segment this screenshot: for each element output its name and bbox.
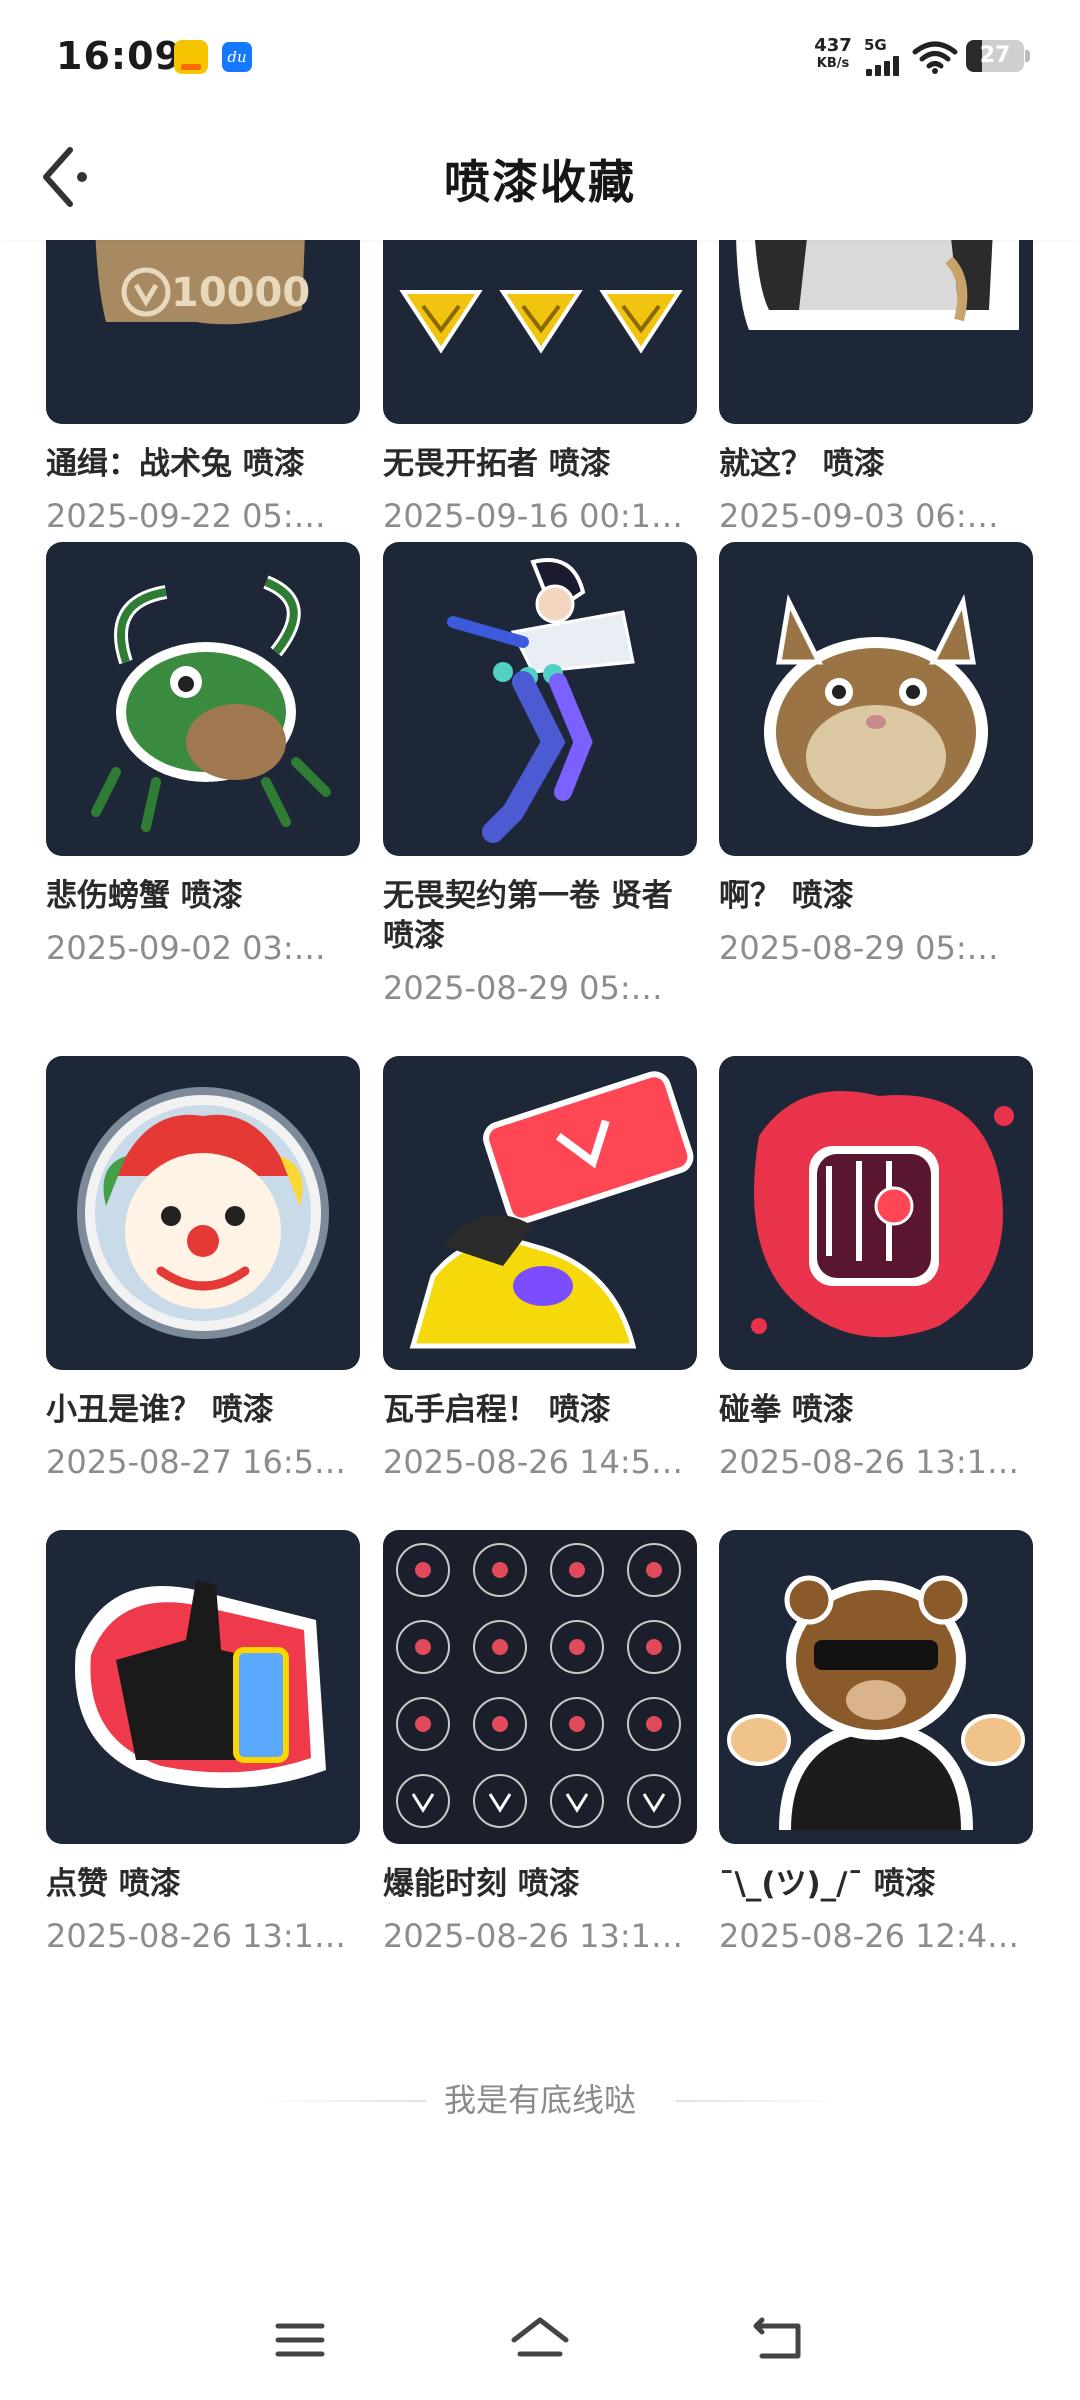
spray-date: 2025-09-22 05:… <box>46 497 326 535</box>
battery-icon: 27 <box>966 40 1024 72</box>
home-icon <box>511 2317 569 2357</box>
spray-title: 无畏开拓者 喷漆 <box>383 446 611 482</box>
wanted-poster-number: 10000 <box>171 270 310 316</box>
battery-tip <box>1025 50 1030 62</box>
status-time: 16:09 <box>56 34 182 78</box>
spray-date: 2025-08-26 13:1… <box>719 1443 1019 1481</box>
spray-title: 碰拳 喷漆 <box>719 1392 854 1428</box>
spray-title: 就这？ 喷漆 <box>719 446 885 482</box>
spray-card[interactable]: 小丑是谁？ 喷漆 2025-08-27 16:5… <box>46 1056 360 1482</box>
spray-date: 2025-09-03 06:… <box>719 497 999 535</box>
status-bar: 16:09 du 437 KB/s 5G 27 <box>0 0 1080 110</box>
spray-date: 2025-09-02 03:… <box>46 929 326 967</box>
app-header: 喷漆收藏 <box>0 110 1080 240</box>
spray-thumbnail <box>719 1530 1033 1844</box>
app-notification-icon: du <box>222 42 252 72</box>
spray-collection-list[interactable]: 10000 通缉：战术兔 喷漆 2025-09-22 05:… 无畏开拓者 喷漆 <box>0 240 1080 2120</box>
home-button[interactable] <box>500 2310 580 2370</box>
spray-date: 2025-08-29 05:… <box>383 969 663 1007</box>
spray-date: 2025-09-16 00:1… <box>383 497 683 535</box>
spray-date: 2025-08-26 14:5… <box>383 1443 683 1481</box>
spray-thumbnail <box>46 1056 360 1370</box>
battery-level: 27 <box>979 43 1011 68</box>
net-speed: 437 KB/s <box>810 36 856 72</box>
spray-card[interactable]: 爆能时刻 喷漆 2025-08-26 13:1… <box>383 1530 697 1956</box>
end-of-list-indicator: 我是有底线哒 <box>0 2078 1080 2122</box>
spray-card[interactable]: 啊？ 喷漆 2025-08-29 05:… <box>719 542 1033 968</box>
menu-icon <box>275 2323 325 2357</box>
spray-title: 悲伤螃蟹 喷漆 <box>46 878 243 914</box>
spray-title: ¯\_(ツ)_/¯ 喷漆 <box>719 1866 936 1902</box>
spray-title: 小丑是谁？ 喷漆 <box>46 1392 274 1428</box>
spray-thumbnail <box>383 542 697 856</box>
menu-button[interactable] <box>260 2310 340 2370</box>
spray-title: 通缉：战术兔 喷漆 <box>46 446 305 482</box>
net-speed-value: 437 <box>814 35 852 56</box>
spray-card[interactable]: 点赞 喷漆 2025-08-26 13:1… <box>46 1530 360 1956</box>
spray-date: 2025-08-26 12:4… <box>719 1917 1019 1955</box>
spray-date: 2025-08-26 13:1… <box>383 1917 683 1955</box>
spray-thumbnail <box>46 1530 360 1844</box>
spray-card[interactable]: ¯\_(ツ)_/¯ 喷漆 2025-08-26 12:4… <box>719 1530 1033 1956</box>
spray-thumbnail <box>383 240 697 424</box>
system-nav-bar <box>0 2290 1080 2400</box>
spray-title: 点赞 喷漆 <box>46 1866 181 1902</box>
spray-date: 2025-08-26 13:1… <box>46 1917 346 1955</box>
net-speed-unit: KB/s <box>816 56 850 71</box>
spray-thumbnail <box>46 542 360 856</box>
back-icon <box>753 2317 801 2359</box>
divider-right <box>676 2100 844 2102</box>
spray-date: 2025-08-27 16:5… <box>46 1443 346 1481</box>
spray-card[interactable]: 无畏开拓者 喷漆 2025-09-16 00:1… <box>383 240 697 536</box>
end-of-list-text: 我是有底线哒 <box>443 2081 636 2119</box>
spray-date: 2025-08-29 05:… <box>719 929 999 967</box>
network-type: 5G <box>864 36 887 54</box>
spray-card[interactable]: 就这？ 喷漆 2025-09-03 06:… <box>719 240 1033 536</box>
wifi-icon <box>912 41 958 74</box>
spray-card[interactable]: 无畏契约第一卷 贤者 喷漆 2025-08-29 05:… <box>383 542 697 1008</box>
spray-thumbnail <box>383 1056 697 1370</box>
spray-card[interactable]: 瓦手启程！ 喷漆 2025-08-26 14:5… <box>383 1056 697 1482</box>
page-title: 喷漆收藏 <box>444 155 636 209</box>
spray-thumbnail <box>383 1530 697 1844</box>
spray-title: 爆能时刻 喷漆 <box>383 1866 580 1902</box>
signal-icon <box>866 56 902 76</box>
spray-card[interactable]: 10000 通缉：战术兔 喷漆 2025-09-22 05:… <box>46 240 360 536</box>
spray-card[interactable]: 碰拳 喷漆 2025-08-26 13:1… <box>719 1056 1033 1482</box>
spray-thumbnail <box>719 542 1033 856</box>
spray-card[interactable]: 悲伤螃蟹 喷漆 2025-09-02 03:… <box>46 542 360 968</box>
spray-thumbnail <box>719 1056 1033 1370</box>
spray-title: 啊？ 喷漆 <box>719 878 854 914</box>
spray-title: 瓦手启程！ 喷漆 <box>383 1392 611 1428</box>
spray-title: 无畏契约第一卷 贤者 喷漆 <box>383 878 673 954</box>
spray-thumbnail <box>719 240 1033 424</box>
spray-thumbnail: 10000 <box>46 240 360 424</box>
app-notification-icon <box>174 40 208 74</box>
back-nav-button[interactable] <box>740 2310 820 2370</box>
